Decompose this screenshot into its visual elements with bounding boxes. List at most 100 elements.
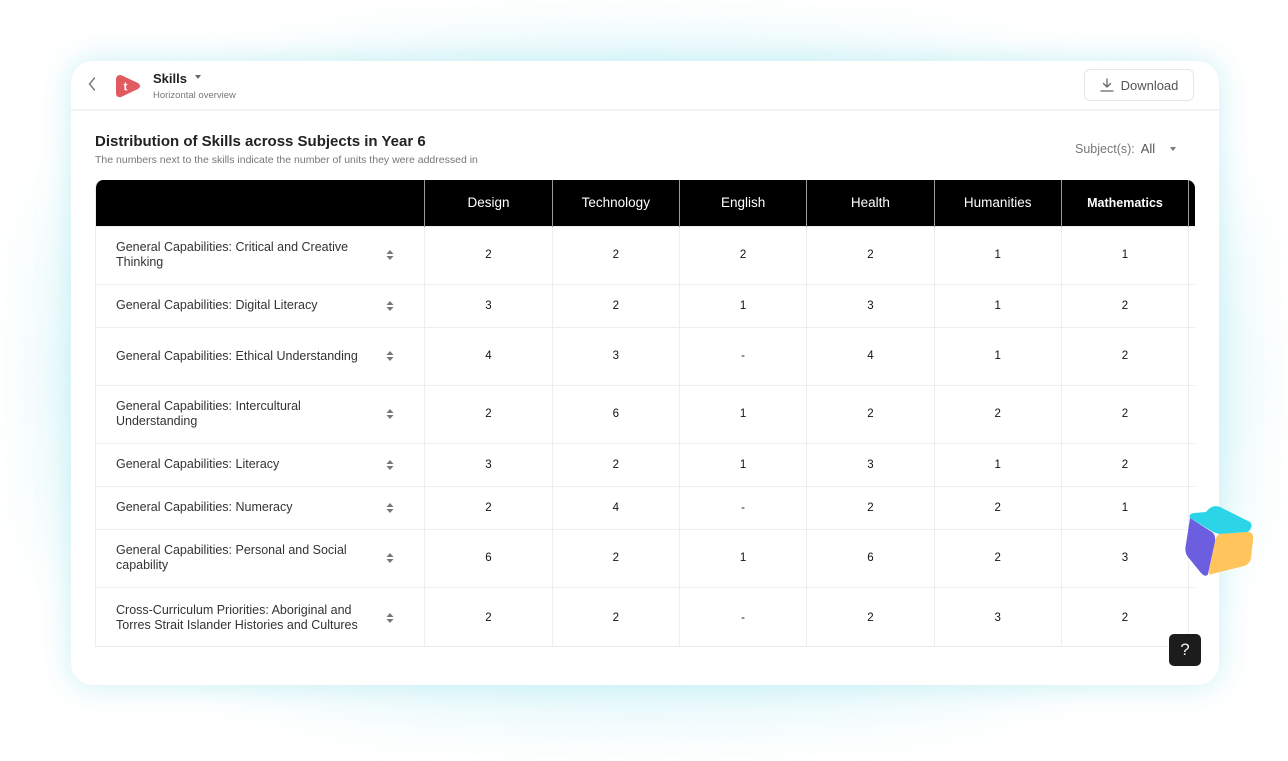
skill-name: General Capabilities: Literacy [116,457,280,471]
column-header-health[interactable]: Health [806,180,935,226]
column-header-technology[interactable]: Technology [551,180,680,226]
value-cell-humanities: 2 [933,384,1062,443]
column-header-mathematics[interactable]: Mathematics [1060,180,1189,226]
value-cell-technology: 3 [551,326,680,385]
value-cell-technology: 2 [551,442,680,486]
help-button[interactable]: ? [1169,634,1201,666]
skill-cell: Cross-Curriculum Priorities: Aboriginal … [96,586,425,646]
value-cell-mathematics: 2 [1060,326,1189,385]
value-cell-design: 2 [424,384,553,443]
caret-down-icon [1170,146,1177,151]
value-cell-mathematics: 2 [1060,442,1189,486]
value-cell-science: - [1188,326,1195,385]
subject-filter-dropdown[interactable]: Subject(s): All [1075,141,1177,156]
table-row: General Capabilities: Intercultural Unde… [96,384,1195,443]
main-card: t Skills Horizontal overview Download Di… [71,61,1219,685]
value-cell-english: - [678,485,807,529]
value-cell-technology: 2 [551,528,680,587]
value-cell-humanities: 1 [933,442,1062,486]
table-row: Cross-Curriculum Priorities: Aboriginal … [96,586,1195,646]
value-cell-mathematics: 1 [1060,485,1189,529]
skills-table: Design Technology English Health Humanit… [96,180,1195,646]
value-cell-english: 1 [678,384,807,443]
table-row: General Capabilities: Personal and Socia… [96,528,1195,587]
caret-down-icon[interactable] [195,75,201,79]
skill-column-header [96,180,425,226]
table-row: General Capabilities: Ethical Understand… [96,326,1195,385]
floating-cube-widget[interactable] [1184,502,1256,576]
value-cell-health: 3 [806,442,935,486]
column-header-humanities[interactable]: Humanities [933,180,1062,226]
sort-icon[interactable] [386,350,394,362]
value-cell-design: 2 [424,485,553,529]
sort-icon[interactable] [386,459,394,471]
value-cell-health: 2 [806,384,935,443]
skill-name: Cross-Curriculum Priorities: Aboriginal … [116,603,358,633]
top-bar: t Skills Horizontal overview Download [71,61,1219,111]
value-cell-humanities: 2 [933,528,1062,587]
skill-name: General Capabilities: Numeracy [116,500,293,514]
column-header-science[interactable]: Scien [1188,180,1195,226]
app-logo: t [114,72,142,100]
value-cell-mathematics: 2 [1060,283,1189,327]
sort-icon[interactable] [386,502,394,514]
section-title: Distribution of Skills across Subjects i… [95,133,426,150]
skill-cell: General Capabilities: Critical and Creat… [96,225,425,284]
svg-text:t: t [124,80,128,94]
skill-cell: General Capabilities: Ethical Understand… [96,326,425,385]
download-icon [1099,78,1114,92]
value-cell-humanities: 3 [933,586,1062,646]
skills-table-container[interactable]: Design Technology English Health Humanit… [95,180,1195,647]
back-button[interactable] [87,76,101,94]
value-cell-mathematics: 1 [1060,225,1189,284]
value-cell-science: - [1188,283,1195,327]
skill-cell: General Capabilities: Personal and Socia… [96,528,425,587]
value-cell-design: 3 [424,442,553,486]
value-cell-mathematics: 3 [1060,528,1189,587]
value-cell-humanities: 1 [933,225,1062,284]
skill-name: General Capabilities: Personal and Socia… [116,543,347,572]
skill-cell: General Capabilities: Intercultural Unde… [96,384,425,443]
value-cell-humanities: 1 [933,326,1062,385]
cube-right-face [1208,532,1254,575]
table-row: General Capabilities: Critical and Creat… [96,225,1195,284]
value-cell-design: 3 [424,283,553,327]
app-title[interactable]: Skills [153,71,187,86]
skill-cell: General Capabilities: Digital Literacy [96,283,425,327]
skill-name: General Capabilities: Critical and Creat… [116,240,349,269]
skill-name: General Capabilities: Intercultural Unde… [116,399,301,428]
value-cell-mathematics: 2 [1060,384,1189,443]
value-cell-science: - [1188,442,1195,486]
sort-icon[interactable] [386,249,394,261]
value-cell-technology: 4 [551,485,680,529]
value-cell-health: 6 [806,528,935,587]
subject-filter-value: All [1140,141,1156,156]
table-row: General Capabilities: Numeracy24-221- [96,485,1195,529]
sort-icon[interactable] [386,408,394,420]
value-cell-technology: 2 [551,586,680,646]
sort-icon[interactable] [386,300,394,312]
value-cell-health: 2 [806,485,935,529]
value-cell-health: 3 [806,283,935,327]
download-button[interactable]: Download [1084,69,1194,101]
table-header-row: Design Technology English Health Humanit… [96,180,1195,226]
skill-name: General Capabilities: Ethical Understand… [116,348,358,363]
value-cell-technology: 2 [551,225,680,284]
subject-filter-label: Subject(s): [1075,141,1135,156]
value-cell-design: 2 [424,225,553,284]
column-header-design[interactable]: Design [424,180,553,226]
app-subtitle: Horizontal overview [153,90,236,101]
download-label: Download [1120,77,1179,93]
sort-icon[interactable] [386,612,394,624]
value-cell-technology: 6 [551,384,680,443]
column-header-english[interactable]: English [678,180,807,226]
value-cell-english: 1 [678,442,807,486]
value-cell-health: 2 [806,225,935,284]
value-cell-humanities: 1 [933,283,1062,327]
value-cell-humanities: 2 [933,485,1062,529]
skill-cell: General Capabilities: Literacy [96,442,425,486]
value-cell-english: 2 [678,225,807,284]
value-cell-science: - [1188,225,1195,284]
sort-icon[interactable] [386,552,394,564]
chevron-left-icon [88,77,96,91]
